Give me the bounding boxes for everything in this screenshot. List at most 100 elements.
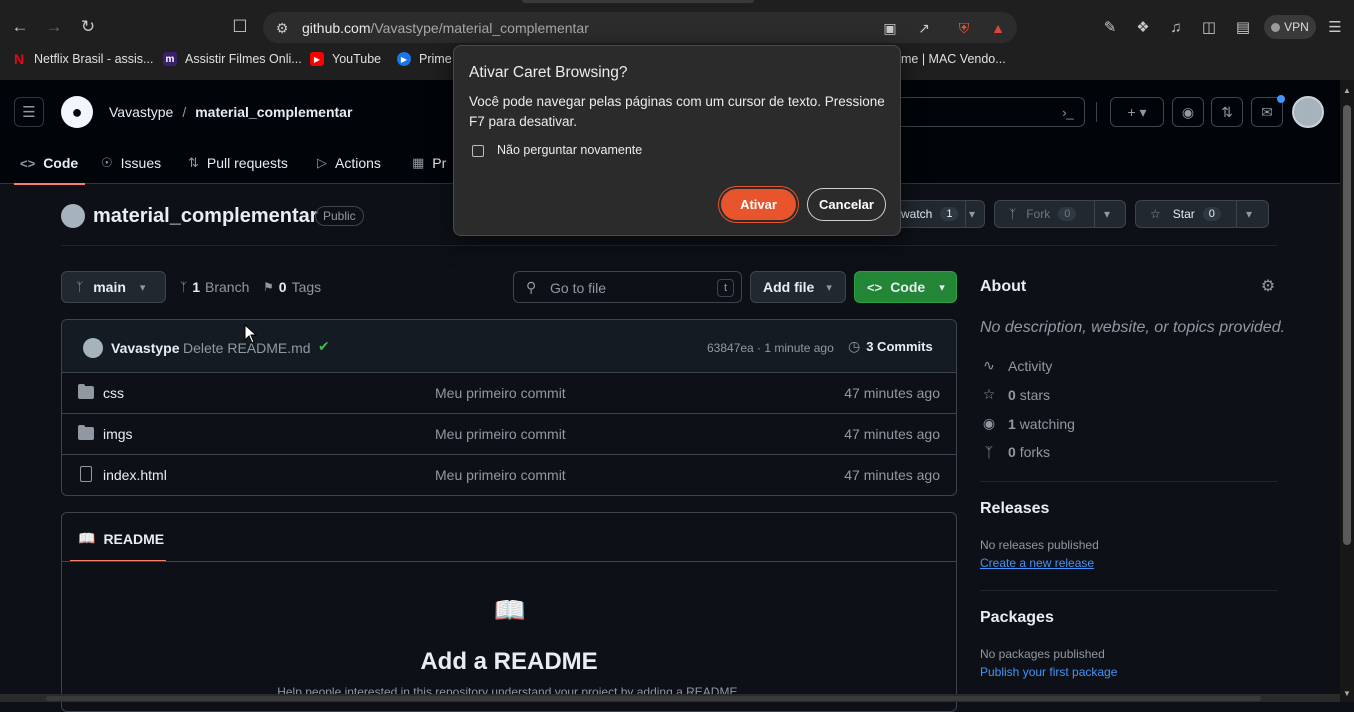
publish-package-link[interactable]: Publish your first package	[980, 665, 1117, 679]
bookmark-netflix[interactable]: N Netflix Brasil - assis...	[12, 51, 154, 67]
brave-shields-icon[interactable]: ⛨	[955, 19, 973, 37]
commit-author[interactable]: Vavastype	[111, 340, 180, 356]
file-name[interactable]: imgs	[103, 426, 133, 442]
activate-button[interactable]: Ativar	[721, 189, 796, 220]
bookmark-filmes[interactable]: m Assistir Filmes Onli...	[163, 52, 302, 66]
scroll-up-icon[interactable]: ▲	[1343, 86, 1351, 95]
history-icon: ◷	[848, 338, 861, 354]
dialog-body: Você pode navegar pelas páginas com um c…	[469, 94, 885, 129]
wallet-icon[interactable]: ▤	[1232, 16, 1254, 38]
chevron-down-icon: ▾	[139, 281, 146, 294]
forward-icon[interactable]: →	[42, 15, 66, 39]
star-button[interactable]: ☆ Star 0 ▾	[1135, 200, 1269, 228]
watching-link[interactable]: ◉ 1 watching	[980, 415, 1075, 432]
branches-link[interactable]: ᛉ 1 Branch	[180, 279, 249, 295]
repo-title[interactable]: material_complementar	[93, 205, 318, 228]
bookmark-prime[interactable]: ▶ Prime	[397, 52, 452, 66]
scroll-down-icon[interactable]: ▼	[1343, 689, 1351, 698]
chevron-down-icon[interactable]: ▾	[969, 207, 975, 221]
cancel-button[interactable]: Cancelar	[807, 188, 886, 221]
issues-icon[interactable]: ◉	[1172, 97, 1204, 127]
packages-heading[interactable]: Packages	[980, 609, 1054, 627]
url-text[interactable]: github.com/Vavastype/material_complement…	[302, 20, 589, 36]
go-to-file-input[interactable]: ⚲ Go to file t	[513, 271, 742, 303]
tab-actions[interactable]: ▷ Actions	[317, 142, 381, 184]
scrollbar-thumb[interactable]	[46, 696, 1261, 701]
tab-code[interactable]: <> Code	[20, 142, 78, 184]
scrollbar-thumb[interactable]	[1343, 105, 1351, 545]
vpn-button[interactable]: VPN	[1264, 15, 1316, 39]
branch-icon: ᛉ	[180, 280, 188, 294]
pen-icon[interactable]: ✎	[1099, 16, 1121, 38]
sidebar-icon[interactable]: ◫	[1198, 16, 1220, 38]
cast-icon[interactable]: ▣	[881, 19, 899, 37]
create-release-link[interactable]: Create a new release	[980, 556, 1094, 570]
code-button[interactable]: <> Code ▾	[854, 271, 957, 303]
bookmark-mac[interactable]: me | MAC Vendo...	[901, 52, 1006, 66]
tab-strip-edge	[522, 0, 754, 3]
table-row[interactable]: imgs Meu primeiro commit 47 minutes ago	[62, 414, 956, 455]
github-logo-icon[interactable]: ●	[61, 96, 93, 128]
check-icon[interactable]: ✔	[318, 338, 330, 355]
repo-link[interactable]: material_complementar	[195, 104, 352, 120]
reload-icon[interactable]: ↻	[76, 15, 100, 39]
bookmark-label: Assistir Filmes Onli...	[185, 52, 302, 66]
user-avatar[interactable]	[1292, 96, 1324, 128]
forks-link[interactable]: ᛉ0 forks	[980, 444, 1050, 460]
readme-tab[interactable]: 📖 README	[78, 530, 164, 547]
m-icon: m	[163, 52, 177, 66]
table-row[interactable]: css Meu primeiro commit 47 minutes ago	[62, 373, 956, 414]
pull-requests-icon[interactable]: ⇅	[1211, 97, 1243, 127]
brave-rewards-icon[interactable]: ▲	[989, 19, 1007, 37]
dont-ask-checkbox[interactable]	[472, 145, 484, 157]
commits-link[interactable]: ◷ 3 Commits	[848, 338, 933, 355]
divider	[62, 561, 956, 562]
stars-link[interactable]: ☆ 0 stars	[980, 386, 1050, 403]
music-icon[interactable]: ♫	[1165, 16, 1187, 38]
table-row[interactable]: index.html Meu primeiro commit 47 minute…	[62, 455, 956, 495]
back-icon[interactable]: ←	[8, 15, 32, 39]
folder-icon	[78, 425, 94, 440]
author-avatar[interactable]	[83, 338, 103, 358]
bookmark-label: Netflix Brasil - assis...	[34, 52, 154, 66]
watching-count: 1	[1008, 415, 1016, 432]
file-commit-message[interactable]: Meu primeiro commit	[435, 467, 566, 483]
extensions-icon[interactable]: ❖	[1132, 16, 1154, 38]
create-new-button[interactable]: + ▾	[1110, 97, 1164, 127]
command-palette-icon[interactable]: ›_	[1055, 102, 1081, 122]
file-commit-message[interactable]: Meu primeiro commit	[435, 426, 566, 442]
stars-count: 0	[1008, 386, 1016, 403]
button-split	[1094, 201, 1095, 227]
dont-ask-label[interactable]: Não perguntar novamente	[497, 143, 642, 157]
file-time: 47 minutes ago	[844, 385, 940, 401]
activity-link[interactable]: ∿ Activity	[980, 357, 1052, 374]
file-name[interactable]: css	[103, 385, 124, 401]
bookmark-youtube[interactable]: ▶ YouTube	[310, 52, 381, 66]
file-commit-message[interactable]: Meu primeiro commit	[435, 385, 566, 401]
commit-meta[interactable]: 63847ea · 1 minute ago	[707, 341, 834, 355]
tab-issues[interactable]: ☉ Issues	[101, 142, 161, 184]
bookmark-icon[interactable]: ☐	[228, 15, 252, 39]
repo-owner-avatar[interactable]	[61, 204, 85, 228]
tab-projects[interactable]: ▦ Pr	[412, 142, 446, 184]
horizontal-scrollbar[interactable]	[0, 694, 1340, 702]
share-icon[interactable]: ↗	[915, 19, 933, 37]
address-bar[interactable]: ⚙ github.com/Vavastype/material_compleme…	[263, 12, 1017, 43]
hamburger-menu-icon[interactable]: ☰	[14, 97, 44, 127]
releases-heading[interactable]: Releases	[980, 500, 1049, 518]
file-time: 47 minutes ago	[844, 467, 940, 483]
tags-link[interactable]: ⚑ 0 Tags	[263, 279, 321, 295]
latest-commit-row: Vavastype Delete README.md ✔ 63847ea · 1…	[62, 320, 956, 373]
add-file-button[interactable]: Add file ▾	[750, 271, 846, 303]
gear-icon[interactable]: ⚙	[1259, 277, 1277, 295]
menu-icon[interactable]: ☰	[1324, 16, 1346, 38]
chevron-down-icon[interactable]: ▾	[1104, 207, 1110, 221]
fork-button[interactable]: ᛉ Fork 0 ▾	[994, 200, 1126, 228]
tab-pull-requests[interactable]: ⇅ Pull requests	[188, 142, 288, 184]
branch-select[interactable]: ᛉ main ▾	[61, 271, 166, 303]
vertical-scrollbar[interactable]: ▲ ▼	[1340, 80, 1354, 702]
owner-link[interactable]: Vavastype	[109, 104, 173, 120]
file-name[interactable]: index.html	[103, 467, 167, 483]
site-info-icon[interactable]: ⚙	[273, 19, 291, 37]
chevron-down-icon[interactable]: ▾	[1246, 207, 1252, 221]
